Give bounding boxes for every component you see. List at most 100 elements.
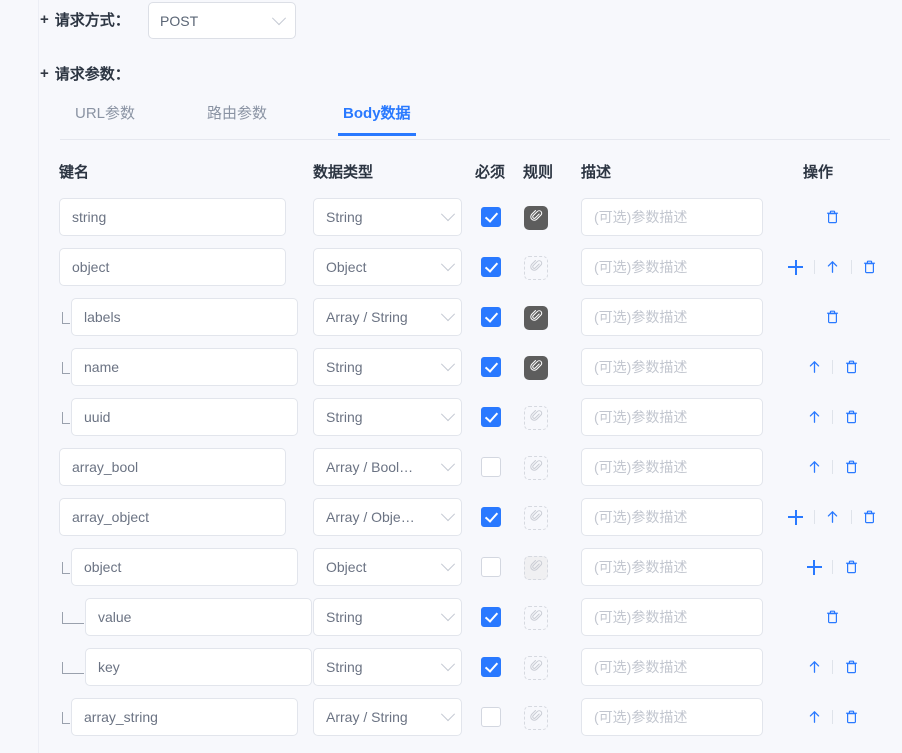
required-checkbox[interactable]: [481, 557, 501, 577]
type-select[interactable]: Array / Bool…: [313, 448, 462, 486]
move-up-button[interactable]: [822, 256, 844, 278]
move-up-button[interactable]: [803, 656, 825, 678]
description-input[interactable]: (可选)参数描述: [581, 298, 763, 336]
rule-button[interactable]: [524, 556, 548, 580]
table-row: array_string Array / String (可选)参数描述: [0, 698, 902, 748]
type-select-value: Array / Bool…: [326, 459, 414, 475]
type-select[interactable]: String: [313, 398, 462, 436]
description-input[interactable]: (可选)参数描述: [581, 198, 763, 236]
type-select[interactable]: Object: [313, 248, 462, 286]
description-input[interactable]: (可选)参数描述: [581, 348, 763, 386]
required-checkbox[interactable]: [481, 357, 501, 377]
row-actions: [763, 448, 902, 486]
rule-button[interactable]: [524, 256, 548, 280]
move-up-button[interactable]: [822, 506, 844, 528]
trash-icon: [844, 659, 859, 675]
delete-row-button[interactable]: [840, 356, 862, 378]
column-header-type: 数据类型: [313, 164, 374, 181]
required-checkbox[interactable]: [481, 407, 501, 427]
required-checkbox[interactable]: [481, 257, 501, 277]
type-select[interactable]: Array / String: [313, 698, 462, 736]
move-up-button[interactable]: [803, 406, 825, 428]
required-checkbox[interactable]: [481, 307, 501, 327]
key-input[interactable]: array_string: [71, 698, 298, 736]
paperclip-icon: [529, 559, 543, 577]
key-input[interactable]: labels: [71, 298, 298, 336]
rule-button[interactable]: [524, 456, 548, 480]
key-input[interactable]: array_object: [59, 498, 286, 536]
rule-button[interactable]: [524, 406, 548, 430]
delete-row-button[interactable]: [840, 706, 862, 728]
required-checkbox[interactable]: [481, 657, 501, 677]
tab-route-params[interactable]: 路由参数: [207, 100, 267, 135]
method-select-value: POST: [160, 12, 199, 29]
required-checkbox[interactable]: [481, 507, 501, 527]
type-select[interactable]: Object: [313, 548, 462, 586]
rule-button[interactable]: [524, 206, 548, 230]
rule-button[interactable]: [524, 656, 548, 680]
description-input[interactable]: (可选)参数描述: [581, 448, 763, 486]
required-checkbox[interactable]: [481, 607, 501, 627]
move-up-button[interactable]: [803, 706, 825, 728]
key-input[interactable]: key: [85, 648, 312, 686]
delete-row-button[interactable]: [840, 556, 862, 578]
description-input[interactable]: (可选)参数描述: [581, 498, 763, 536]
type-select-value: String: [326, 659, 363, 675]
key-input[interactable]: array_bool: [59, 448, 286, 486]
rule-button[interactable]: [524, 706, 548, 730]
description-placeholder: (可选)参数描述: [594, 559, 688, 575]
rule-button[interactable]: [524, 306, 548, 330]
type-select[interactable]: String: [313, 598, 462, 636]
add-child-button[interactable]: [785, 256, 807, 278]
required-checkbox[interactable]: [481, 207, 501, 227]
key-input-value: key: [98, 659, 120, 675]
type-select[interactable]: String: [313, 648, 462, 686]
key-input[interactable]: uuid: [71, 398, 298, 436]
paperclip-icon: [529, 359, 543, 377]
delete-row-button[interactable]: [859, 506, 881, 528]
rule-button[interactable]: [524, 356, 548, 380]
delete-row-button[interactable]: [822, 606, 844, 628]
type-select[interactable]: String: [313, 198, 462, 236]
key-input[interactable]: string: [59, 198, 286, 236]
key-input[interactable]: object: [71, 548, 298, 586]
delete-row-button[interactable]: [822, 306, 844, 328]
action-separator: [832, 660, 833, 674]
expand-plus-icon[interactable]: +: [40, 66, 49, 81]
key-input[interactable]: value: [85, 598, 312, 636]
description-input[interactable]: (可选)参数描述: [581, 248, 763, 286]
tab-url-params[interactable]: URL参数: [75, 100, 135, 135]
move-up-button[interactable]: [803, 456, 825, 478]
required-checkbox[interactable]: [481, 457, 501, 477]
type-select[interactable]: String: [313, 348, 462, 386]
type-select[interactable]: Array / Obje…: [313, 498, 462, 536]
description-input[interactable]: (可选)参数描述: [581, 548, 763, 586]
add-child-button[interactable]: [803, 556, 825, 578]
key-input[interactable]: object: [59, 248, 286, 286]
delete-row-button[interactable]: [840, 406, 862, 428]
delete-row-button[interactable]: [822, 206, 844, 228]
description-input[interactable]: (可选)参数描述: [581, 398, 763, 436]
description-input[interactable]: (可选)参数描述: [581, 648, 763, 686]
key-input-value: array_bool: [72, 459, 139, 475]
required-checkbox[interactable]: [481, 707, 501, 727]
key-input[interactable]: name: [71, 348, 298, 386]
method-select[interactable]: POST: [148, 2, 296, 39]
type-select[interactable]: Array / String: [313, 298, 462, 336]
add-child-button[interactable]: [785, 506, 807, 528]
delete-row-button[interactable]: [840, 456, 862, 478]
tab-body-data[interactable]: Body数据: [338, 100, 416, 136]
plus-icon: [788, 259, 803, 275]
chevron-down-icon: [440, 357, 456, 372]
expand-plus-icon[interactable]: +: [40, 12, 49, 27]
description-input[interactable]: (可选)参数描述: [581, 698, 763, 736]
delete-row-button[interactable]: [859, 256, 881, 278]
arrow-up-icon: [825, 509, 840, 525]
description-input[interactable]: (可选)参数描述: [581, 598, 763, 636]
paperclip-icon: [529, 659, 543, 677]
type-select-value: String: [326, 409, 363, 425]
rule-button[interactable]: [524, 606, 548, 630]
delete-row-button[interactable]: [840, 656, 862, 678]
rule-button[interactable]: [524, 506, 548, 530]
move-up-button[interactable]: [803, 356, 825, 378]
